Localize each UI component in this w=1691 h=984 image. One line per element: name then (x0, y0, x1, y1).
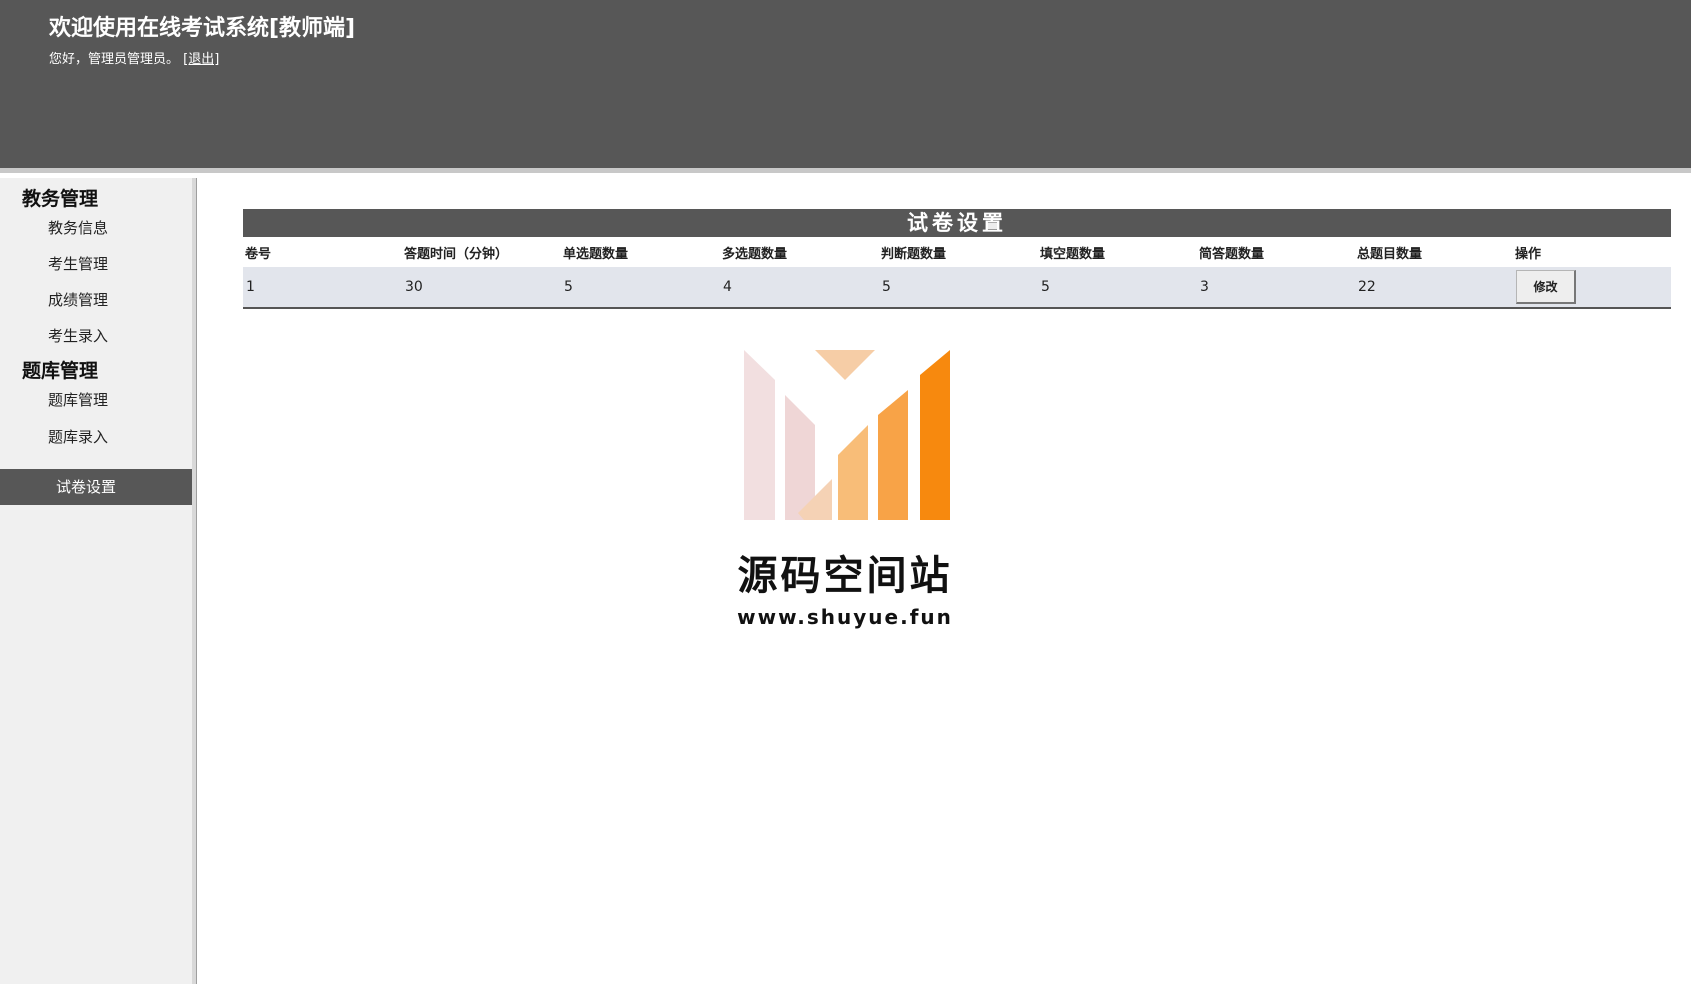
sidebar-item-label: 成绩管理 (48, 291, 109, 309)
sidebar-item-label: 题库录入 (48, 428, 109, 446)
table-cell: 5 (561, 267, 720, 309)
edit-button[interactable]: 修改 (1516, 270, 1576, 304)
sidebar-resize-handle[interactable] (192, 178, 197, 984)
sidebar-item-exam-settings[interactable]: 试卷设置 (0, 469, 192, 505)
table-cell-action: 修改 (1513, 267, 1671, 309)
column-header: 简答题数量 (1197, 237, 1355, 267)
sidebar-item-label: 教务信息 (48, 219, 109, 237)
sidebar-item-label: 试卷设置 (56, 478, 117, 496)
user-greeting: 您好，管理员管理员。 [退出] (49, 48, 219, 67)
table-cell: 1 (243, 267, 402, 309)
app-header: 欢迎使用在线考试系统[教师端] 您好，管理员管理员。 [退出] (0, 0, 1691, 173)
sidebar-item-question-bank-entry[interactable]: 题库录入 (0, 419, 192, 455)
sidebar-item-question-bank-management[interactable]: 题库管理 (0, 382, 192, 418)
sidebar: 教务管理 教务信息 考生管理 成绩管理 考生录入 题库管理 题库管理 题库录入 … (0, 178, 193, 984)
sidebar-group-academic: 教务管理 (22, 188, 99, 210)
sidebar-item-label: 题库管理 (48, 391, 109, 409)
greeting-text: 您好，管理员管理员。 (49, 52, 180, 67)
watermark-name: 源码空间站 (737, 553, 953, 599)
column-header: 操作 (1513, 237, 1671, 267)
exam-settings-table: 卷号 答题时间（分钟） 单选题数量 多选题数量 判断题数量 填空题数量 简答题数… (243, 237, 1671, 309)
exam-settings-panel: 试卷设置 卷号 答题时间（分钟） 单选题数量 多选题数量 判断题数量 填空题数量… (243, 209, 1671, 309)
sidebar-item-student-entry[interactable]: 考生录入 (0, 318, 192, 354)
table-cell: 22 (1355, 267, 1513, 309)
column-header: 答题时间（分钟） (402, 237, 561, 267)
table-cell: 30 (402, 267, 561, 309)
sidebar-item-academic-info[interactable]: 教务信息 (0, 210, 192, 246)
sidebar-item-score-management[interactable]: 成绩管理 (0, 282, 192, 318)
table-header-row: 卷号 答题时间（分钟） 单选题数量 多选题数量 判断题数量 填空题数量 简答题数… (243, 237, 1671, 267)
table-cell: 4 (720, 267, 879, 309)
app-title: 欢迎使用在线考试系统[教师端] (49, 16, 356, 41)
table-cell: 5 (879, 267, 1038, 309)
sidebar-item-label: 考生录入 (48, 327, 109, 345)
logout-link[interactable]: [退出] (183, 52, 219, 67)
column-header: 卷号 (243, 237, 402, 267)
column-header: 总题目数量 (1355, 237, 1513, 267)
column-header: 判断题数量 (879, 237, 1038, 267)
watermark: 源码空间站 www.shuyue.fun (720, 345, 970, 645)
watermark-logo-icon (744, 350, 950, 520)
sidebar-item-student-management[interactable]: 考生管理 (0, 246, 192, 282)
watermark-url: www.shuyue.fun (737, 605, 953, 629)
table-row: 1 30 5 4 5 5 3 22 修改 (243, 267, 1671, 309)
column-header: 单选题数量 (561, 237, 720, 267)
sidebar-item-label: 考生管理 (48, 255, 109, 273)
table-cell: 3 (1197, 267, 1355, 309)
table-cell: 5 (1038, 267, 1197, 309)
panel-title: 试卷设置 (243, 209, 1671, 237)
sidebar-group-question-bank: 题库管理 (22, 360, 99, 382)
column-header: 填空题数量 (1038, 237, 1197, 267)
column-header: 多选题数量 (720, 237, 879, 267)
